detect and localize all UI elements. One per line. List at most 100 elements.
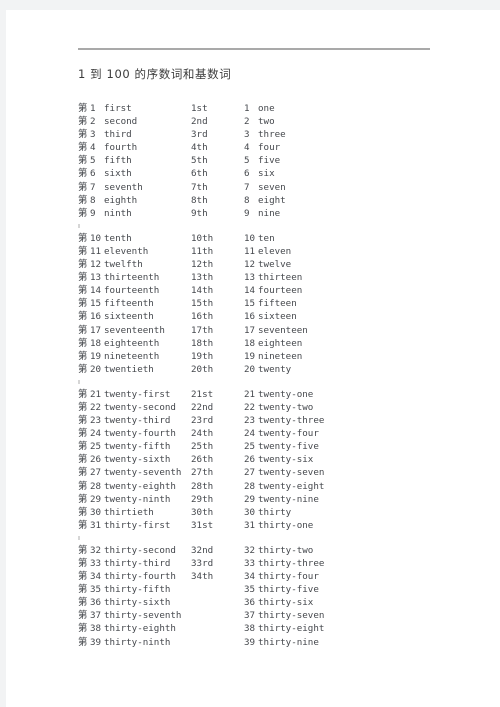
ordinal-number: 6 — [90, 168, 96, 180]
ordinal-abbrev: 29th — [191, 493, 214, 505]
table-row: 第 35 thirty-fifth 35 thirty-five — [6, 583, 500, 596]
cardinal-number: 2 — [244, 116, 250, 128]
cardinal-number: 39 — [244, 636, 256, 648]
table-row: 第 32 thirty-second 32nd 32 thirty-two — [6, 544, 500, 557]
cardinal-word: twenty-three — [258, 415, 325, 427]
cardinal-word: thirty-one — [258, 519, 314, 531]
ordinal-word: twenty-seventh — [104, 467, 182, 479]
ordinal-number: 22 — [90, 401, 102, 413]
ordinal-number: 39 — [90, 636, 102, 648]
ordinal-word: twenty-sixth — [104, 454, 171, 466]
ordinal-prefix: 第 — [78, 194, 88, 206]
table-row: 第 6 sixth 6th 6 six — [6, 167, 500, 180]
table-row: 第 3 third 3rd 3 three — [6, 128, 500, 141]
ordinal-abbrev: 10th — [191, 232, 214, 244]
ordinal-prefix: 第 — [78, 388, 88, 400]
table-row: 第 17 seventeenth 17th 17 seventeen — [6, 324, 500, 337]
ordinal-abbrev: 3rd — [191, 129, 208, 141]
ordinal-word: twenty-third — [104, 415, 171, 427]
table-row: 第 11 eleventh 11th 11 eleven — [6, 245, 500, 258]
cardinal-number: 15 — [244, 298, 256, 310]
cardinal-number: 16 — [244, 311, 256, 323]
table-row: 第 18 eighteenth 18th 18 eighteen — [6, 337, 500, 350]
cardinal-word: eight — [258, 194, 286, 206]
cardinal-word: fourteen — [258, 285, 303, 297]
ordinal-number: 24 — [90, 428, 102, 440]
ordinal-abbrev: 21st — [191, 388, 214, 400]
table-row: 第 12 twelfth 12th 12 twelve — [6, 258, 500, 271]
ordinal-number: 30 — [90, 506, 102, 518]
cardinal-word: five — [258, 155, 281, 167]
cardinal-number: 3 — [244, 129, 250, 141]
ordinal-abbrev: 2nd — [191, 116, 208, 128]
ordinal-abbrev: 4th — [191, 142, 208, 154]
numbers-block: 第 1 first 1st 1 one 第 2 second 2nd 2 two 第 3 third 3rd 3… — [6, 102, 500, 228]
ordinal-word: third — [104, 129, 132, 141]
ordinal-prefix: 第 — [78, 245, 88, 257]
cardinal-word: sixteen — [258, 311, 297, 323]
ordinal-prefix: 第 — [78, 493, 88, 505]
cardinal-number: 35 — [244, 584, 256, 596]
cardinal-number: 19 — [244, 350, 256, 362]
ordinal-abbrev: 6th — [191, 168, 208, 180]
ordinal-word: fifteenth — [104, 298, 154, 310]
cardinal-word: twenty-eight — [258, 480, 325, 492]
cardinal-word: thirty-four — [258, 571, 319, 583]
ordinal-number: 36 — [90, 597, 102, 609]
cardinal-word: fifteen — [258, 298, 297, 310]
ordinal-abbrev: 32nd — [191, 544, 214, 556]
table-row: 第 16 sixteenth 16th 16 sixteen — [6, 310, 500, 323]
ordinal-word: twenty-first — [104, 388, 171, 400]
ordinal-word: thirty-first — [104, 519, 171, 531]
ordinal-abbrev: 9th — [191, 207, 208, 219]
cardinal-word: thirteen — [258, 272, 303, 284]
cardinal-word: thirty-three — [258, 558, 325, 569]
ordinal-word: eighth — [104, 194, 138, 206]
cardinal-word: twenty — [258, 363, 292, 375]
ordinal-abbrev: 20th — [191, 363, 214, 375]
ordinal-word: thirty-fifth — [104, 584, 171, 596]
block-separator-mark — [78, 535, 80, 540]
cardinal-number: 22 — [244, 401, 256, 413]
ordinal-number: 1 — [90, 103, 96, 114]
ordinal-word: twenty-fourth — [104, 428, 176, 440]
ordinal-word: fourth — [104, 142, 138, 154]
table-row: 第 13 thirteenth 13th 13 thirteen — [6, 271, 500, 284]
ordinal-abbrev: 31st — [191, 519, 214, 531]
cardinal-number: 9 — [244, 207, 250, 219]
cardinal-number: 12 — [244, 259, 256, 271]
ordinal-prefix: 第 — [78, 363, 88, 375]
cardinal-number: 34 — [244, 571, 256, 583]
table-row: 第 21 twenty-first 21st 21 twenty-one — [6, 388, 500, 401]
cardinal-word: thirty-two — [258, 544, 314, 556]
ordinal-prefix: 第 — [78, 168, 88, 180]
cardinal-number: 31 — [244, 519, 256, 531]
ordinal-word: thirty-fourth — [104, 571, 176, 583]
ordinal-number: 33 — [90, 558, 102, 569]
ordinal-word: twenty-eighth — [104, 480, 176, 492]
block-separator-mark — [78, 223, 80, 228]
cardinal-word: twenty-two — [258, 401, 314, 413]
ordinal-word: fourteenth — [104, 285, 160, 297]
cardinal-number: 6 — [244, 168, 250, 180]
ordinal-abbrev: 33rd — [191, 558, 214, 569]
table-row: 第 37 thirty-seventh 37 thirty-seven — [6, 609, 500, 622]
table-row: 第 23 twenty-third 23rd 23 twenty-three — [6, 414, 500, 427]
ordinal-abbrev: 15th — [191, 298, 214, 310]
cardinal-word: eleven — [258, 245, 292, 257]
ordinal-word: thirteenth — [104, 272, 160, 284]
ordinal-abbrev: 13th — [191, 272, 214, 284]
numbers-block: 第 10 tenth 10th 10 ten 第 11 eleventh 11th 11 eleven… — [6, 232, 500, 384]
ordinal-word: thirty-second — [104, 544, 176, 556]
cardinal-word: twenty-seven — [258, 467, 325, 479]
cardinal-word: six — [258, 168, 275, 180]
ordinal-abbrev: 7th — [191, 181, 208, 193]
cardinal-word: twenty-five — [258, 441, 319, 453]
ordinal-number: 32 — [90, 544, 102, 556]
cardinal-number: 29 — [244, 493, 256, 505]
table-row: 第 20 twentieth 20th 20 twenty — [6, 363, 500, 376]
ordinal-prefix: 第 — [78, 232, 88, 244]
ordinal-abbrev: 17th — [191, 324, 214, 336]
cardinal-number: 4 — [244, 142, 250, 154]
cardinal-number: 32 — [244, 544, 256, 556]
